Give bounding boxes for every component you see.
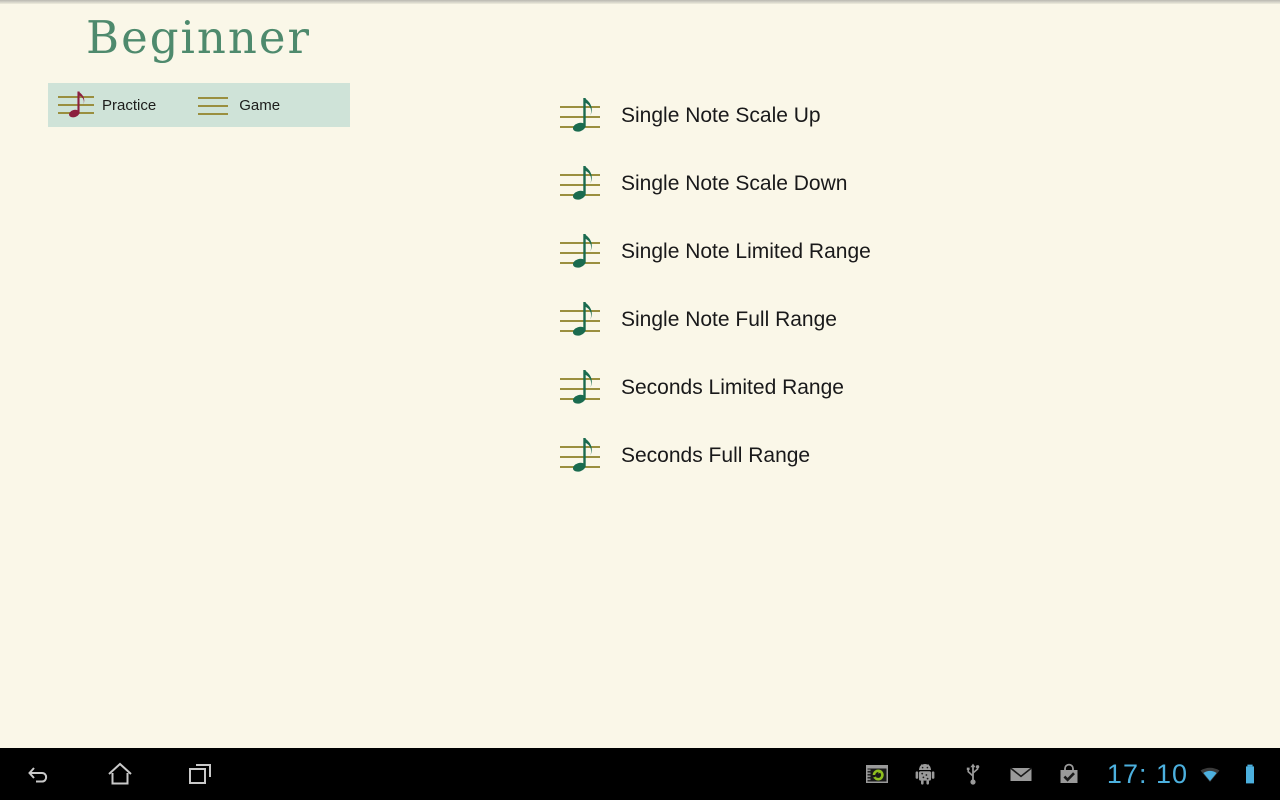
music-note-staff-icon: [560, 231, 604, 273]
list-item-label: Single Note Limited Range: [621, 240, 871, 263]
battery-full-icon[interactable]: [1238, 762, 1262, 786]
eighth-note-glyph: [572, 98, 592, 132]
recents-button[interactable]: [160, 748, 240, 800]
app-content-area: Beginner Practice Game Single Note Scale…: [0, 4, 1280, 748]
tab-practice[interactable]: Practice: [58, 83, 156, 127]
exercise-list: Single Note Scale Up Single Note Scale D…: [560, 82, 1160, 490]
list-item-label: Seconds Limited Range: [621, 376, 844, 399]
eighth-note-glyph: [69, 91, 85, 118]
list-item[interactable]: Single Note Scale Up: [560, 82, 1160, 150]
wifi-icon[interactable]: [1198, 762, 1222, 786]
list-item[interactable]: Single Note Full Range: [560, 286, 1160, 354]
tab-practice-label: Practice: [102, 96, 157, 114]
music-note-staff-icon: [58, 88, 94, 122]
eighth-note-glyph: [572, 370, 592, 404]
music-note-staff-icon: [560, 435, 604, 477]
music-note-staff-icon: [560, 367, 604, 409]
status-clock: 17: 10: [1106, 758, 1188, 789]
play-store-update-icon[interactable]: [1057, 762, 1081, 786]
screen: Beginner Practice Game Single Note Scale…: [0, 0, 1280, 800]
staff-lines-icon: [198, 88, 229, 122]
sync-window-icon[interactable]: [865, 762, 889, 786]
list-item-label: Seconds Full Range: [621, 444, 811, 467]
recents-icon: [189, 764, 211, 784]
back-button[interactable]: [0, 748, 80, 800]
eighth-note-glyph: [572, 302, 592, 336]
list-item-label: Single Note Full Range: [621, 308, 837, 331]
list-item-label: Single Note Scale Down: [621, 172, 848, 195]
music-note-staff-icon: [560, 95, 604, 137]
home-icon: [108, 762, 132, 785]
page-title: Beginner: [86, 11, 312, 64]
list-item-label: Single Note Scale Up: [621, 104, 821, 127]
tab-game-label: Game: [239, 96, 281, 114]
status-icons: 17: 10: [853, 748, 1272, 800]
music-note-staff-icon: [560, 163, 604, 205]
list-item[interactable]: Single Note Scale Down: [560, 150, 1160, 218]
home-button[interactable]: [80, 748, 160, 800]
back-icon: [28, 767, 48, 783]
eighth-note-glyph: [572, 438, 592, 472]
eighth-note-glyph: [572, 234, 592, 268]
eighth-note-glyph: [572, 166, 592, 200]
tab-game[interactable]: Game: [198, 83, 280, 127]
usb-icon[interactable]: [961, 762, 985, 786]
list-item[interactable]: Single Note Limited Range: [560, 218, 1160, 286]
list-item[interactable]: Seconds Full Range: [560, 422, 1160, 490]
system-navigation-bar: 17: 10: [0, 748, 1280, 800]
email-icon[interactable]: [1009, 762, 1033, 786]
music-note-staff-icon: [560, 299, 604, 341]
tab-bar: Practice Game: [48, 83, 350, 127]
list-item[interactable]: Seconds Limited Range: [560, 354, 1160, 422]
android-debug-icon[interactable]: [913, 762, 937, 786]
navigation-buttons: [0, 748, 240, 800]
